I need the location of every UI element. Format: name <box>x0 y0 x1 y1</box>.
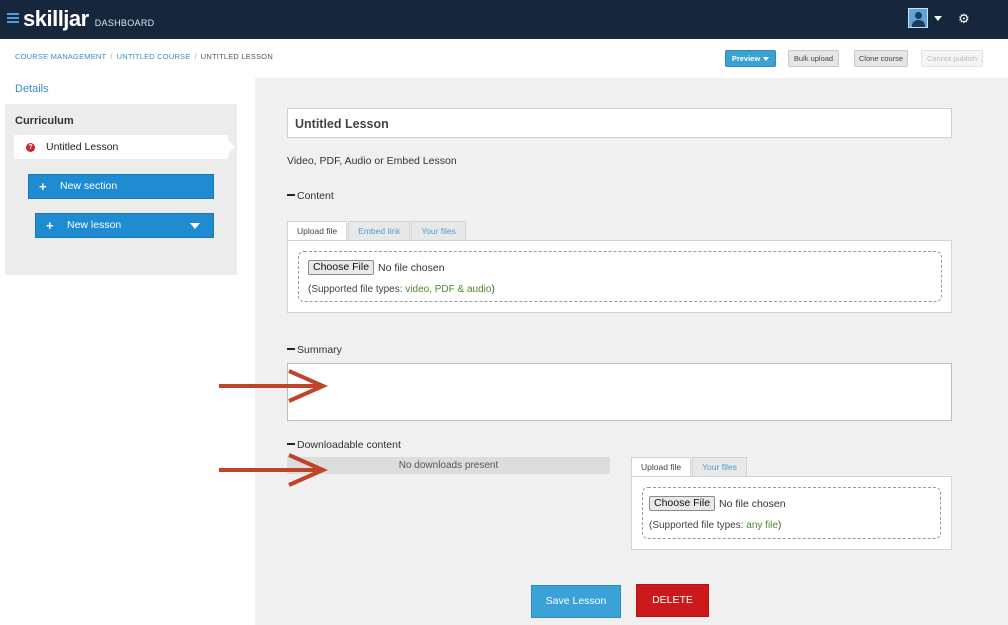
tab-embed-link[interactable]: Embed link <box>348 221 411 241</box>
new-section-button[interactable]: + New section <box>28 174 214 199</box>
selection-pointer <box>228 140 235 154</box>
warning-icon: ? <box>26 143 35 152</box>
summary-section-toggle[interactable]: Summary <box>287 344 342 356</box>
top-navbar: skilljar DASHBOARD ⚙ <box>0 0 1008 39</box>
gear-icon[interactable]: ⚙ <box>958 12 970 26</box>
tab-upload-file[interactable]: Upload file <box>631 457 692 478</box>
tab-your-files[interactable]: Your files <box>411 221 466 241</box>
supported-types-note: (Supported file types: any file) <box>649 520 782 531</box>
collapse-icon <box>287 194 295 197</box>
sidebar-item-untitled-lesson[interactable]: ? Untitled Lesson <box>14 135 228 159</box>
bulk-upload-button[interactable]: Bulk upload <box>788 50 839 67</box>
chevron-down-icon <box>763 57 770 62</box>
choose-file-button[interactable]: Choose File <box>649 496 716 511</box>
content-upload-panel: Choose File No file chosen (Supported fi… <box>287 240 952 313</box>
logo-subtitle: DASHBOARD <box>94 18 155 28</box>
curriculum-title: Curriculum <box>15 115 74 127</box>
no-downloads-message: No downloads present <box>287 457 610 474</box>
breadcrumb-untitled-course[interactable]: UNTITLED COURSE <box>117 52 191 61</box>
annotation-arrow-icon <box>219 453 328 487</box>
download-tabs: Upload file Your files <box>631 457 748 478</box>
chevron-down-icon[interactable] <box>934 16 942 21</box>
download-upload-panel: Choose File No file chosen (Supported fi… <box>631 476 952 550</box>
cannot-publish-button: Cannot publish <box>921 50 983 67</box>
preview-button[interactable]: Preview <box>725 50 776 67</box>
lesson-label: Untitled Lesson <box>46 141 119 153</box>
logo-icon <box>7 13 19 25</box>
save-lesson-button[interactable]: Save Lesson <box>531 585 621 618</box>
lesson-title-input[interactable]: Untitled Lesson <box>287 108 952 138</box>
curriculum-panel: Curriculum ? Untitled Lesson + New secti… <box>5 104 237 275</box>
breadcrumb-course-management[interactable]: COURSE MANAGEMENT <box>15 52 106 61</box>
skilljar-logo[interactable]: skilljar DASHBOARD <box>7 6 154 32</box>
breadcrumb-current: UNTITLED LESSON <box>200 52 273 61</box>
choose-file-button[interactable]: Choose File <box>308 260 375 275</box>
tab-your-files[interactable]: Your files <box>692 457 747 477</box>
no-file-text: No file chosen <box>378 261 445 274</box>
supported-types-note: (Supported file types: video, PDF & audi… <box>308 284 495 295</box>
plus-icon: + <box>39 179 47 194</box>
tab-upload-file[interactable]: Upload file <box>287 221 348 242</box>
collapse-icon <box>287 443 295 446</box>
sidebar-details-link[interactable]: Details <box>15 83 49 95</box>
file-drop-zone[interactable]: Choose File No file chosen (Supported fi… <box>298 251 942 302</box>
chevron-down-icon[interactable] <box>190 223 200 229</box>
file-input[interactable]: Choose File No file chosen <box>308 260 445 275</box>
new-lesson-button[interactable]: + New lesson <box>35 213 214 238</box>
delete-button[interactable]: DELETE <box>636 584 709 617</box>
downloadable-section-toggle[interactable]: Downloadable content <box>287 439 401 451</box>
avatar-icon[interactable] <box>908 8 928 28</box>
file-drop-zone[interactable]: Choose File No file chosen (Supported fi… <box>642 487 941 539</box>
annotation-arrow-icon <box>219 369 328 403</box>
content-section-toggle[interactable]: Content <box>287 190 334 202</box>
summary-textarea[interactable] <box>287 363 952 421</box>
lesson-type-label: Video, PDF, Audio or Embed Lesson <box>287 155 457 167</box>
no-file-text: No file chosen <box>719 497 786 510</box>
file-input[interactable]: Choose File No file chosen <box>649 496 786 511</box>
clone-course-button[interactable]: Clone course <box>854 50 908 67</box>
plus-icon: + <box>46 218 54 233</box>
logo-text: skilljar <box>23 6 89 31</box>
breadcrumb: COURSE MANAGEMENT / UNTITLED COURSE / UNTITL… <box>15 52 273 61</box>
collapse-icon <box>287 348 295 351</box>
content-tabs: Upload file Embed link Your files <box>287 221 467 242</box>
